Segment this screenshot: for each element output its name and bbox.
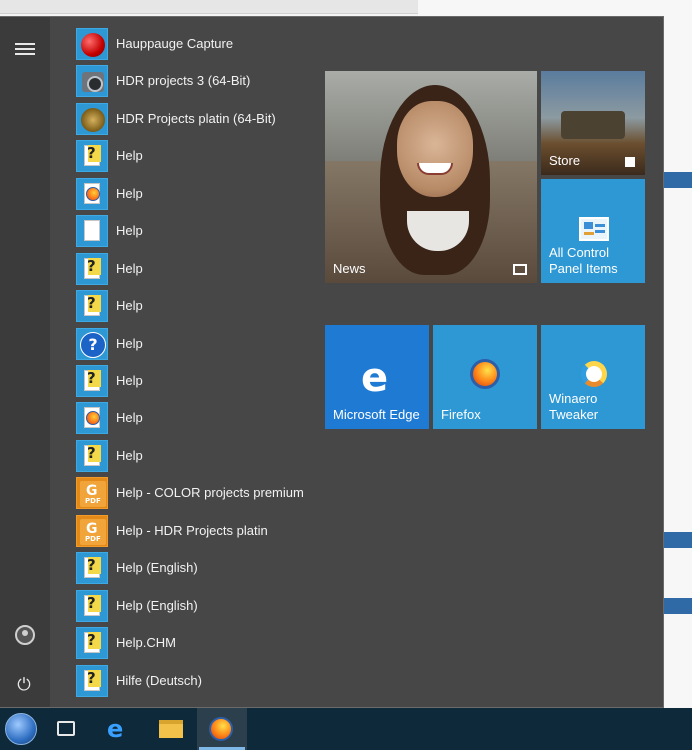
pdf-g-icon: G PDF xyxy=(76,477,108,509)
user-account-icon[interactable] xyxy=(15,625,35,645)
camera-lens-icon xyxy=(76,65,108,97)
app-label: Hilfe (Deutsch) xyxy=(116,673,202,688)
app-label: Help (English) xyxy=(116,560,198,575)
background-header-bar xyxy=(660,598,692,614)
list-item[interactable]: ? Help xyxy=(76,289,316,323)
tile-label: News xyxy=(333,261,366,276)
app-label: Help xyxy=(116,261,143,276)
list-item[interactable]: ? Help xyxy=(76,139,316,173)
news-tile[interactable]: News xyxy=(325,71,537,283)
file-explorer-taskbar-button[interactable] xyxy=(147,708,197,750)
tile-label: Microsoft Edge xyxy=(333,407,420,422)
help-file-icon: ? xyxy=(76,552,108,584)
list-item[interactable]: ? Help xyxy=(76,252,316,286)
control-panel-tile[interactable]: All Control Panel Items xyxy=(541,179,645,283)
help-file-icon: ? xyxy=(76,590,108,622)
control-panel-icon xyxy=(579,217,609,241)
app-label: Help xyxy=(116,448,143,463)
list-item[interactable]: ? Help xyxy=(76,327,316,361)
app-label: Help xyxy=(116,373,143,388)
background-header-bar xyxy=(660,172,692,188)
edge-icon: e xyxy=(107,715,124,743)
app-label: Help xyxy=(116,186,143,201)
firefox-doc-icon xyxy=(76,178,108,210)
blank-document-icon xyxy=(76,215,108,247)
firefox-icon xyxy=(209,717,233,741)
app-label: Help.CHM xyxy=(116,635,176,650)
list-item[interactable]: ? Hilfe (Deutsch) xyxy=(76,664,316,698)
list-item[interactable]: ? Help.CHM xyxy=(76,626,316,660)
help-file-icon: ? xyxy=(76,140,108,172)
app-label: Help xyxy=(116,298,143,313)
list-item[interactable]: ? Help xyxy=(76,364,316,398)
list-item[interactable]: HDR projects 3 (64-Bit) xyxy=(76,64,316,98)
firefox-icon xyxy=(470,359,500,389)
task-view-icon xyxy=(57,721,75,736)
start-menu: ⏻ Hauppauge Capture HDR projects 3 (64-B… xyxy=(0,16,664,708)
power-icon[interactable]: ⏻ xyxy=(14,675,34,695)
pdf-g-icon: G PDF xyxy=(76,515,108,547)
lens-icon xyxy=(76,103,108,135)
edge-icon: e xyxy=(361,355,389,401)
list-item[interactable]: G PDF Help - COLOR projects premium xyxy=(76,476,316,510)
hamburger-menu-icon[interactable] xyxy=(15,43,35,55)
list-item[interactable]: ? Help xyxy=(76,439,316,473)
store-tile[interactable]: Store xyxy=(541,71,645,175)
help-file-icon: ? xyxy=(76,665,108,697)
edge-taskbar-button[interactable]: e xyxy=(99,708,149,750)
red-ball-icon xyxy=(76,28,108,60)
firefox-taskbar-button[interactable] xyxy=(197,708,247,750)
help-file-icon: ? xyxy=(76,440,108,472)
help-file-icon: ? xyxy=(76,253,108,285)
store-bag-icon xyxy=(625,157,635,167)
list-item[interactable]: Hauppauge Capture xyxy=(76,27,316,61)
folder-icon xyxy=(159,720,183,738)
news-icon xyxy=(513,264,527,275)
list-item[interactable]: G PDF Help - HDR Projects platin xyxy=(76,514,316,548)
app-label: Help - COLOR projects premium xyxy=(116,485,304,500)
task-view-button[interactable] xyxy=(0,708,75,750)
start-rail: ⏻ xyxy=(0,17,50,707)
app-label: HDR Projects platin (64-Bit) xyxy=(116,111,276,126)
list-item[interactable]: ? Help (English) xyxy=(76,551,316,585)
help-file-icon: ? xyxy=(76,290,108,322)
taskbar: e xyxy=(0,708,692,750)
firefox-doc-icon xyxy=(76,402,108,434)
app-label: Help xyxy=(116,223,143,238)
list-item[interactable]: ? Help (English) xyxy=(76,589,316,623)
help-file-icon: ? xyxy=(76,627,108,659)
edge-tile[interactable]: e Microsoft Edge xyxy=(325,325,429,429)
background-top-strip xyxy=(0,0,418,14)
app-label: Help xyxy=(116,336,143,351)
tile-label: All Control Panel Items xyxy=(549,245,618,276)
background-header-bar xyxy=(660,532,692,548)
store-tank-image xyxy=(561,111,625,139)
tile-label: Winaero Tweaker xyxy=(549,391,599,422)
app-label: Hauppauge Capture xyxy=(116,36,234,51)
news-photo-face xyxy=(397,101,473,197)
winaero-tile[interactable]: Winaero Tweaker xyxy=(541,325,645,429)
list-item[interactable]: Help xyxy=(76,214,316,248)
app-label: Help (English) xyxy=(116,598,198,613)
app-label: Help - HDR Projects platin xyxy=(116,523,268,538)
list-item[interactable]: Help xyxy=(76,177,316,211)
tile-label: Firefox xyxy=(441,407,481,422)
app-list: Hauppauge Capture HDR projects 3 (64-Bit… xyxy=(76,17,318,707)
winaero-icon xyxy=(581,361,607,387)
firefox-tile[interactable]: Firefox xyxy=(433,325,537,429)
app-label: Help xyxy=(116,410,143,425)
question-circle-icon: ? xyxy=(76,328,108,360)
tile-label: Store xyxy=(549,153,581,168)
app-label: HDR projects 3 (64-Bit) xyxy=(116,73,251,88)
help-file-icon: ? xyxy=(76,365,108,397)
list-item[interactable]: HDR Projects platin (64-Bit) xyxy=(76,102,316,136)
list-item[interactable]: Help xyxy=(76,401,316,435)
app-label: Help xyxy=(116,148,143,163)
